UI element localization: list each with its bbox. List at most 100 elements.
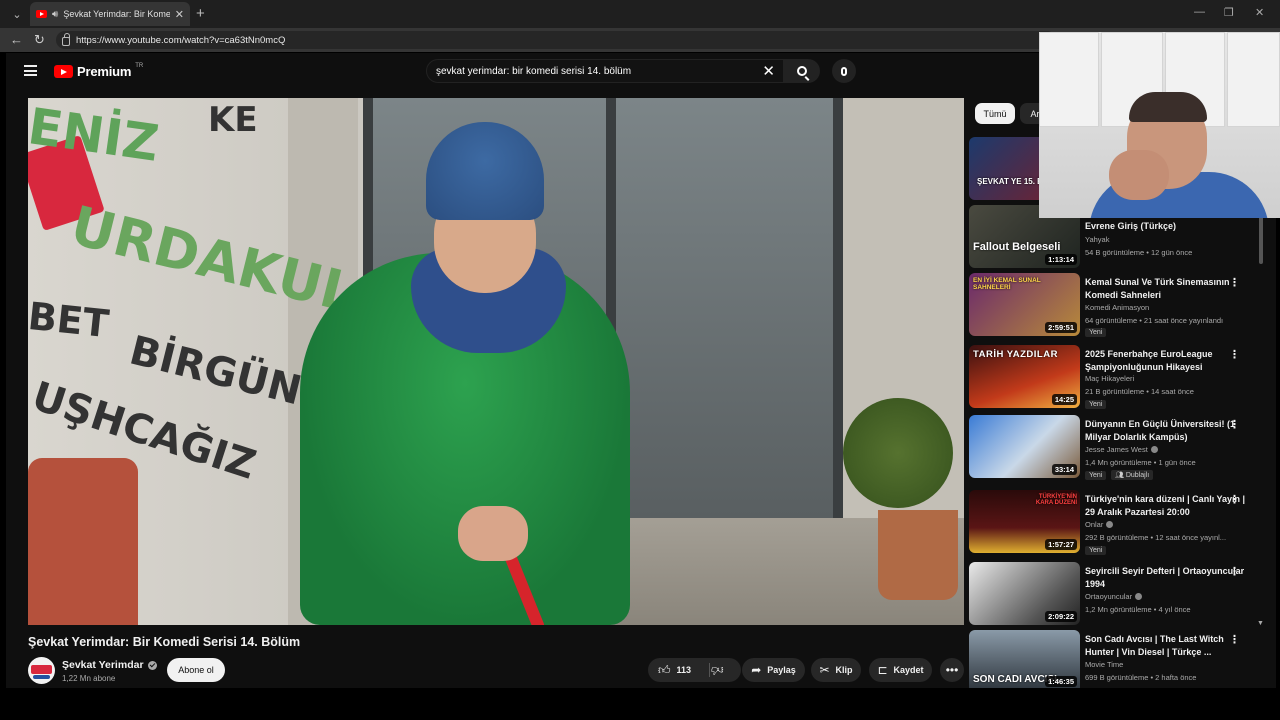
thumbnail-text: EN İYİ KEMAL SUNAL SAHNELERİ [973,277,1041,291]
clear-search-icon[interactable]: ✕ [762,62,775,80]
channel-avatar[interactable] [28,657,55,684]
bookmark-icon: ⊏ [877,663,888,677]
people-icon: 👥︎ [1115,472,1124,479]
recommendation-title[interactable]: Kemal Sunal Ve Türk Sinemasının Komedi S… [1085,276,1247,302]
tab-list-chevron-icon[interactable]: ⌄ [6,4,28,24]
recommendation-meta: 292 B görüntüleme • 12 saat önce yayınl.… [1085,533,1227,542]
recommendation-meta: 64 görüntüleme • 21 saat önce yayınlandı [1085,316,1224,325]
logo-region: TR [135,62,144,69]
youtube-play-icon [54,65,73,78]
voice-search-button[interactable] [832,59,856,83]
recommendation-channel[interactable]: Yahyak [1085,235,1109,244]
new-badge: Yeni [1085,546,1107,555]
video-scene-hand [458,506,528,561]
url-text: https://www.youtube.com/watch?v=ca63tNn0… [76,34,286,46]
browser-tab[interactable]: 🔊︎ Şevkat Yerimdar: Bir Komedi S ✕ [30,2,190,26]
webcam-person-hair [1129,92,1207,122]
recommendation-item[interactable]: 2:09:22 Seyircili Seyir Defteri | Ortaoy… [969,562,1264,626]
recommendation-item[interactable]: 33:14 Dünyanın En Güçlü Üniversitesi! (1… [969,415,1264,480]
video-scene-plant [843,398,953,508]
speaker-icon[interactable]: 🔊︎ [52,9,58,20]
like-count[interactable]: 113 [677,665,692,675]
scissors-icon: ✂ [819,663,830,677]
search-icon [797,66,807,76]
video-thumbnail[interactable]: TARİH YAZDILAR 14:25 [969,345,1080,408]
duration-badge: 1:57:27 [1045,539,1077,550]
video-scene-chair [28,458,138,625]
subscribe-button[interactable]: Abone ol [167,658,225,682]
duration-badge: 33:14 [1051,464,1077,475]
recommendation-meta: 21 B görüntüleme • 14 saat önce [1085,387,1194,396]
duration-badge: 2:59:51 [1045,322,1077,333]
recommendation-title[interactable]: Dünyanın En Güçlü Üniversitesi! (1 Milya… [1085,418,1247,444]
channel-name-row[interactable]: Şevkat Yerimdar [62,659,157,671]
clip-button[interactable]: ✂ Klip [811,658,861,682]
share-button[interactable]: ➦ Paylaş [742,658,805,682]
video-thumbnail[interactable]: TÜRKİYE'NİN KARA DÜZENİ 1:57:27 [969,490,1080,553]
more-vertical-icon[interactable]: ⋮ [1229,566,1240,578]
scroll-down-arrow-icon[interactable]: ▼ [1257,620,1264,627]
url-field[interactable]: https://www.youtube.com/watch?v=ca63tNn0… [56,31,1056,49]
dubbed-label: Dublajlı [1125,472,1150,479]
tab-title: Şevkat Yerimdar: Bir Komedi S [63,9,170,19]
recommendation-title[interactable]: Türkiye'nin kara düzeni | Canlı Yayın | … [1085,493,1247,519]
video-thumbnail[interactable]: 33:14 [969,415,1080,478]
recommendation-item[interactable]: EN İYİ KEMAL SUNAL SAHNELERİ 2:59:51 Kem… [969,273,1264,337]
recommendation-channel[interactable]: Movie Time [1085,660,1123,669]
recommendation-item[interactable]: SON CADI AVCISI 1:46:35 Son Cadı Avcısı … [969,630,1264,688]
back-arrow-icon[interactable]: ← [10,32,23,48]
thumbs-up-icon[interactable]: 👍︎ [658,664,671,676]
search-input[interactable]: şevkat yerimdar: bir komedi serisi 14. b… [426,59,784,83]
webcam-cabinet [1227,32,1280,127]
recommendation-item[interactable]: TARİH YAZDILAR 14:25 2025 Fenerbahçe Eur… [969,345,1264,409]
window-close-icon[interactable]: ✕ [1255,6,1264,19]
recommendation-meta: 699 B görüntüleme • 2 hafta önce [1085,673,1197,682]
new-tab-icon[interactable]: + [196,4,205,24]
like-divider [709,663,710,677]
recommendation-channel: Ortaoyuncular [1085,592,1133,601]
reload-icon[interactable]: ↻ [34,32,45,48]
recommendation-channel-row[interactable]: Ortaoyuncular [1085,592,1143,601]
more-vertical-icon[interactable]: ⋮ [1229,277,1240,289]
browser-tab-bar: ⌄ 🔊︎ Şevkat Yerimdar: Bir Komedi S ✕ + —… [0,0,1280,28]
more-vertical-icon[interactable]: ⋮ [1229,634,1240,646]
recommendation-title[interactable]: 2025 Fenerbahçe EuroLeague Şampiyonluğun… [1085,348,1247,374]
video-scene-pot [878,510,958,600]
recommendation-channel-row[interactable]: Onlar [1085,520,1114,529]
recommendation-channel[interactable]: Maç Hikayeleri [1085,374,1134,383]
thumbnail-text: TÜRKİYE'NİN KARA DÜZENİ [1035,494,1077,506]
webcam-person-hand [1109,150,1169,200]
menu-icon[interactable] [24,65,37,76]
recommendation-item[interactable]: TÜRKİYE'NİN KARA DÜZENİ 1:57:27 Türkiye'… [969,490,1264,555]
verified-icon [1106,521,1114,528]
more-vertical-icon[interactable]: ⋮ [1229,349,1240,361]
channel-name: Şevkat Yerimdar [62,659,144,671]
bottom-bar [0,688,1280,720]
tab-close-icon[interactable]: ✕ [175,8,184,21]
video-thumbnail[interactable]: EN İYİ KEMAL SUNAL SAHNELERİ 2:59:51 [969,273,1080,336]
graffiti-text: KE [208,100,258,140]
video-thumbnail[interactable]: 2:09:22 [969,562,1080,625]
recommendation-channel[interactable]: Komedi Animasyon [1085,303,1149,312]
more-actions-button[interactable]: ••• [940,658,964,682]
share-icon: ➦ [751,663,762,677]
verified-icon [147,660,157,670]
save-button[interactable]: ⊏ Kaydet [869,658,932,682]
recommendation-title[interactable]: Evrene Giriş (Türkçe) [1085,220,1247,233]
thumbs-down-icon[interactable]: 👍︎ [711,663,724,677]
youtube-favicon-icon [36,10,47,18]
maximize-icon[interactable]: ❐ [1224,6,1234,19]
chip-all[interactable]: Tümü [975,103,1015,124]
more-vertical-icon[interactable]: ⋮ [1229,494,1240,506]
recommendation-channel-row[interactable]: Jesse James West [1085,445,1158,454]
video-player[interactable]: ENİZ KE URDAKUL BET BİRGÜN UŞHCAĞIZ [28,98,964,625]
recommendation-title[interactable]: Son Cadı Avcısı | The Last Witch Hunter … [1085,633,1247,659]
youtube-premium-logo[interactable]: Premium TR [54,62,144,79]
video-thumbnail[interactable]: SON CADI AVCISI 1:46:35 [969,630,1080,688]
recommendation-meta: 1,2 Mn görüntüleme • 4 yıl önce [1085,605,1191,614]
minimize-icon[interactable]: — [1194,6,1205,18]
recommendation-title[interactable]: Seyircili Seyir Defteri | Ortaoyuncular … [1085,565,1247,591]
more-vertical-icon[interactable]: ⋮ [1229,419,1240,431]
search-button[interactable] [784,59,820,83]
lock-icon[interactable] [62,32,70,46]
